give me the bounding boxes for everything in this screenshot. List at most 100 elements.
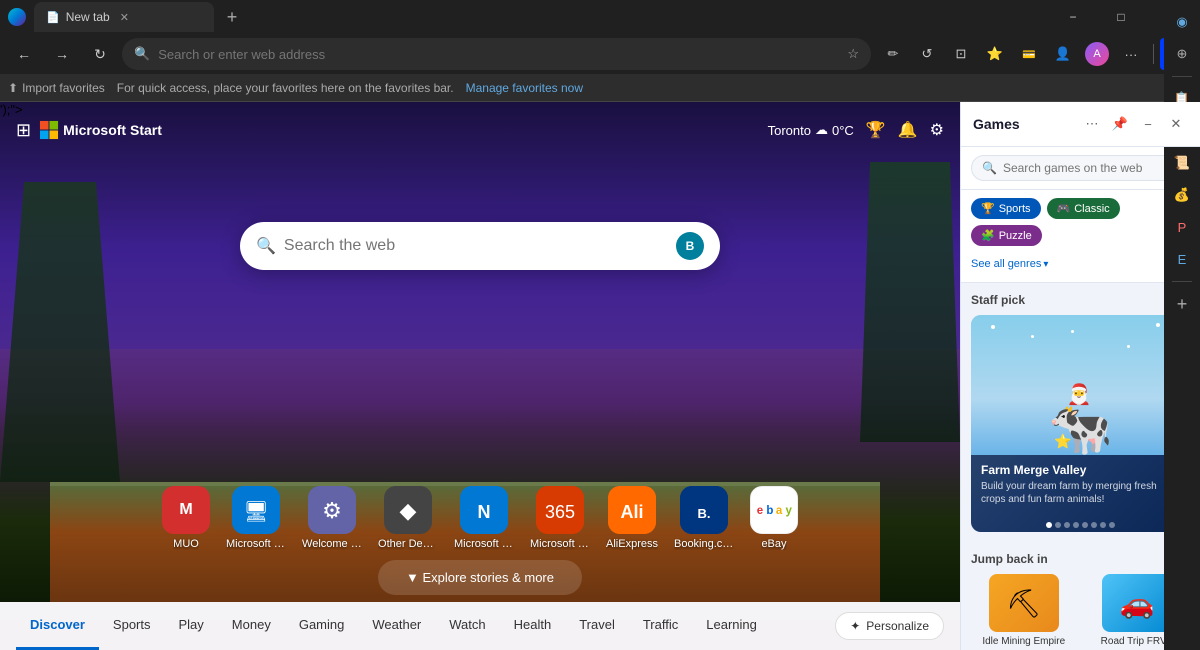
nav-tab-sports[interactable]: Sports	[99, 602, 165, 650]
edge-side-add-btn[interactable]: +	[1168, 290, 1196, 318]
dot-1[interactable]	[1046, 522, 1052, 528]
nav-tab-discover[interactable]: Discover	[16, 602, 99, 650]
see-all-genres-btn[interactable]: See all genres ▾	[971, 254, 1190, 274]
genre-puzzle-tab[interactable]: 🧩 Puzzle	[971, 225, 1042, 246]
shortcut-other-demos[interactable]: ◆ Other Demos	[378, 486, 438, 550]
nav-tab-traffic[interactable]: Traffic	[629, 602, 692, 650]
staff-pick-card[interactable]: 🐄 🎅 ⭐ Farm Merge Valley Build your dream…	[971, 315, 1190, 532]
import-favorites-btn[interactable]: ⬆ Import favorites	[8, 81, 105, 95]
ms-flag-icon	[39, 120, 59, 140]
favorites-hint: For quick access, place your favorites h…	[117, 81, 454, 95]
explore-stories-btn[interactable]: ▼ Explore stories & more	[378, 560, 582, 595]
refresh-btn[interactable]: ↻	[84, 38, 116, 70]
shortcut-aliexpress[interactable]: Ali AliExpress	[606, 486, 658, 550]
split-view-btn[interactable]: ⊡	[945, 38, 977, 70]
shortcut-ms-re[interactable]: 🖥 Microsoft Re...	[226, 486, 286, 550]
collections-btn[interactable]: ⭐	[979, 38, 1011, 70]
favorites-btn[interactable]: ✏	[877, 38, 909, 70]
dot-8[interactable]	[1109, 522, 1115, 528]
address-bar[interactable]: 🔍 ☆	[122, 38, 871, 70]
dot-6[interactable]	[1091, 522, 1097, 528]
personalize-btn[interactable]: ✦ Personalize	[835, 612, 944, 640]
santa-hat-icon: 🎅	[1067, 382, 1092, 407]
more-btn[interactable]: ···	[1115, 38, 1147, 70]
svg-text:365: 365	[545, 502, 575, 522]
wallet-btn[interactable]: 💳	[1013, 38, 1045, 70]
roadtrip-icon: 🚗	[1102, 574, 1172, 632]
back-btn[interactable]: ←	[8, 38, 40, 70]
search-box[interactable]: 🔍 B	[240, 222, 720, 270]
svg-text:e: e	[757, 505, 763, 517]
dot-2[interactable]	[1055, 522, 1061, 528]
games-search-input[interactable]	[1003, 161, 1179, 175]
bing-btn[interactable]: B	[676, 232, 704, 260]
refresh-icon[interactable]: ↺	[911, 38, 943, 70]
jump-back-mining[interactable]: ⛏ Idle Mining Empire	[971, 574, 1077, 648]
edge-side-discover[interactable]: ◉	[1168, 8, 1196, 36]
search-input[interactable]	[284, 237, 668, 255]
address-input[interactable]	[158, 47, 839, 62]
ms-start-label: Microsoft Start	[63, 122, 162, 138]
dot-3[interactable]	[1064, 522, 1070, 528]
nav-tab-learning[interactable]: Learning	[692, 602, 771, 650]
trophy-btn[interactable]: 🏆	[866, 120, 886, 140]
shortcut-ms-n[interactable]: N Microsoft N...	[454, 486, 514, 550]
nav-tab-weather[interactable]: Weather	[358, 602, 435, 650]
nav-tab-health[interactable]: Health	[500, 602, 566, 650]
star-icon: ⭐	[1054, 433, 1071, 450]
shortcut-ms365[interactable]: 365 Microsoft 365	[530, 486, 590, 550]
favorite-icon[interactable]: ☆	[847, 46, 859, 62]
search-icon: 🔍	[256, 236, 276, 256]
profile-btn[interactable]: 👤	[1047, 38, 1079, 70]
nav-tab-gaming[interactable]: Gaming	[285, 602, 359, 650]
svg-text:N: N	[478, 502, 491, 522]
dot-4[interactable]	[1073, 522, 1079, 528]
jump-back-title: Jump back in	[971, 552, 1190, 566]
games-minimize-btn[interactable]: −	[1136, 112, 1160, 136]
genre-classic-tab[interactable]: 🎮 Classic	[1047, 198, 1120, 219]
grid-icon: ⊞	[16, 120, 31, 141]
shortcut-muo[interactable]: M MUO	[162, 486, 210, 550]
shortcut-booking[interactable]: B. Booking.com	[674, 486, 734, 550]
games-search-box[interactable]: 🔍	[971, 155, 1190, 181]
ms-start-bar: ⊞ Microsoft Start Toronto ☁	[0, 102, 960, 158]
edge-sidebar-strip: ◉ ⊕ 📋 🔖 📜 💰 P E +	[1164, 0, 1200, 650]
genre-sports-tab[interactable]: 🏆 Sports	[971, 198, 1041, 219]
notification-btn[interactable]: 🔔	[898, 120, 918, 140]
maximize-btn[interactable]: □	[1098, 1, 1144, 33]
weather-widget[interactable]: Toronto ☁ 0°C	[768, 122, 854, 138]
edge-side-btn-1[interactable]: ⊕	[1168, 40, 1196, 68]
nav-tab-travel[interactable]: Travel	[565, 602, 629, 650]
nav-tab-money[interactable]: Money	[218, 602, 285, 650]
dot-5[interactable]	[1082, 522, 1088, 528]
minimize-btn[interactable]: −	[1050, 1, 1096, 33]
games-more-options-btn[interactable]: ⋯	[1080, 112, 1104, 136]
settings-btn[interactable]: ⚙	[930, 120, 944, 140]
dot-7[interactable]	[1100, 522, 1106, 528]
ms-apps-grid-btn[interactable]: ⊞ Microsoft Start	[16, 120, 162, 141]
svg-text:y: y	[785, 505, 792, 517]
edge-side-btn-6[interactable]: P	[1168, 213, 1196, 241]
edge-side-btn-7[interactable]: E	[1168, 245, 1196, 273]
games-close-btn[interactable]: ✕	[1164, 112, 1188, 136]
new-tab-btn[interactable]: +	[218, 3, 246, 31]
favorites-bar: ⬆ Import favorites For quick access, pla…	[0, 74, 1200, 102]
nav-tab-play[interactable]: Play	[165, 602, 218, 650]
browser-tab[interactable]: 📄 New tab ✕	[34, 2, 214, 32]
games-panel-title: Games	[973, 116, 1080, 132]
search-container: 🔍 B	[240, 222, 720, 270]
sports-label: Sports	[999, 203, 1031, 215]
games-pin-btn[interactable]: 📌	[1108, 112, 1132, 136]
shortcuts-row: M MUO 🖥 Microsoft Re... ⚙ Welcome to ...	[162, 486, 798, 550]
shortcut-ebay[interactable]: ebay eBay	[750, 486, 798, 550]
nav-tab-watch[interactable]: Watch	[435, 602, 499, 650]
avatar-btn[interactable]: A	[1081, 38, 1113, 70]
edge-side-btn-5[interactable]: 💰	[1168, 181, 1196, 209]
manage-favorites-link[interactable]: Manage favorites now	[466, 81, 583, 95]
tab-close-btn[interactable]: ✕	[120, 11, 129, 24]
forward-btn[interactable]: →	[46, 38, 78, 70]
address-bar-row: ← → ↻ 🔍 ☆ ✏ ↺ ⊡ ⭐ 💳 👤 A ··· E	[0, 34, 1200, 74]
shortcut-welcome[interactable]: ⚙ Welcome to ...	[302, 486, 362, 550]
edge-side-btn-4[interactable]: 📜	[1168, 149, 1196, 177]
see-all-label: See all genres	[971, 258, 1041, 270]
